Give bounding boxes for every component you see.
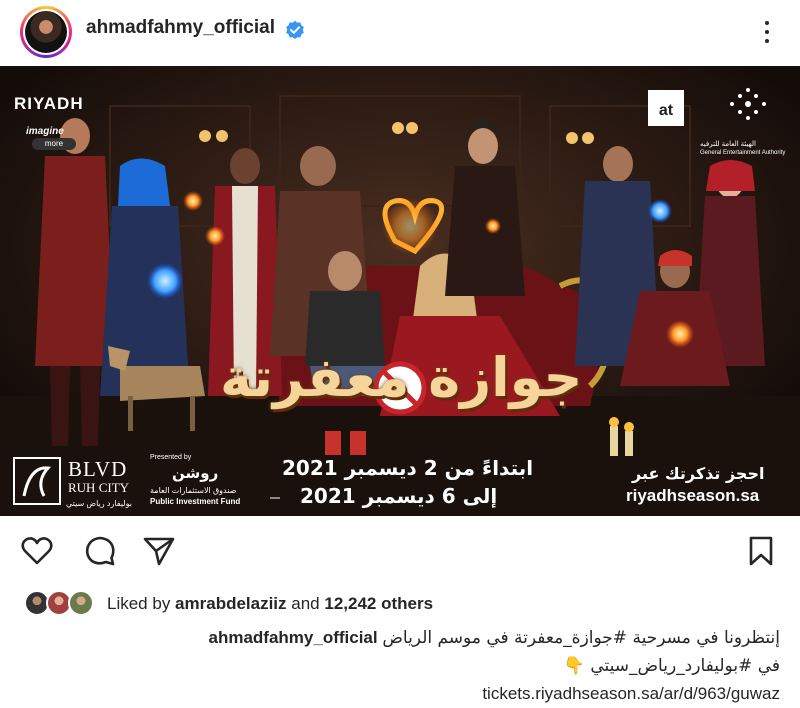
- likes-summary: Liked by amrabdelaziiz and 12,242 others: [0, 588, 800, 622]
- caption-link[interactable]: tickets.riyadhseason.sa/ar/d/963/guwaz: [482, 684, 780, 704]
- caption-text-1: إنتظرونا في مسرحية #جوازة_معفرتة في موسم…: [382, 628, 780, 648]
- pif-label-ar: صندوق الاستثمارات العامة: [150, 486, 237, 495]
- gea-label-en: General Entertainment Authority: [700, 150, 786, 156]
- poster-booking-url: riyadhseason.sa: [626, 486, 760, 505]
- post-username[interactable]: ahmadfahmy_official: [86, 17, 275, 39]
- blvd-logo-text: BLVD: [68, 457, 128, 481]
- likes-prefix: Liked by: [107, 594, 176, 613]
- post-action-bar: [0, 528, 800, 572]
- likes-middle: and: [286, 594, 325, 613]
- more-pill: more: [32, 138, 76, 150]
- post-header: ahmadfahmy_official: [0, 0, 800, 66]
- riyadh-season-logo: RIYADH: [14, 94, 84, 113]
- heart-icon[interactable]: [20, 534, 54, 568]
- roshn-logo: روشن: [172, 464, 219, 482]
- imagine-more-tagline: imagine: [26, 126, 64, 137]
- poster-title: جوازة معفرتة: [220, 346, 583, 409]
- poster-date-start: ابتداءً من 2 ديسمبر 2021: [282, 456, 534, 480]
- more-options-icon[interactable]: [755, 18, 779, 46]
- comment-icon[interactable]: [83, 534, 117, 568]
- verified-badge-icon: [286, 20, 304, 39]
- presented-by-label: Presented by: [150, 454, 192, 461]
- ruh-city-text: RUH CITY: [68, 480, 130, 495]
- post-image[interactable]: at RIYADH imagine more الهيئة العامة للت…: [0, 66, 800, 516]
- poster-booking-label: احجز تذكرتك عبر: [632, 464, 765, 483]
- pif-label-en: Public Investment Fund: [150, 497, 241, 506]
- gea-label-ar: الهيئة العامة للترفيه: [700, 141, 756, 148]
- poster-date-end: إلى 6 ديسمبر 2021: [300, 484, 498, 508]
- blvd-arabic-text: بوليفارد رياض سيتي: [66, 499, 132, 508]
- caption-username[interactable]: ahmadfahmy_official: [209, 628, 378, 647]
- liker-avatar[interactable]: [68, 590, 94, 616]
- caption-text-2: في #بوليفارد_رياض_سيتي 👇: [563, 656, 780, 676]
- send-icon[interactable]: [142, 534, 176, 568]
- likes-text[interactable]: Liked by amrabdelaziiz and 12,242 others: [107, 594, 433, 614]
- profile-avatar[interactable]: [20, 6, 72, 58]
- poster-artwork: at: [0, 66, 800, 516]
- svg-text:at: at: [659, 102, 674, 119]
- likes-user[interactable]: amrabdelaziiz: [175, 594, 287, 613]
- likes-count[interactable]: 12,242 others: [324, 594, 433, 613]
- bookmark-icon[interactable]: [744, 534, 778, 568]
- caption-line-1: ahmadfahmy_official إنتظرونا في مسرحية #…: [209, 628, 781, 648]
